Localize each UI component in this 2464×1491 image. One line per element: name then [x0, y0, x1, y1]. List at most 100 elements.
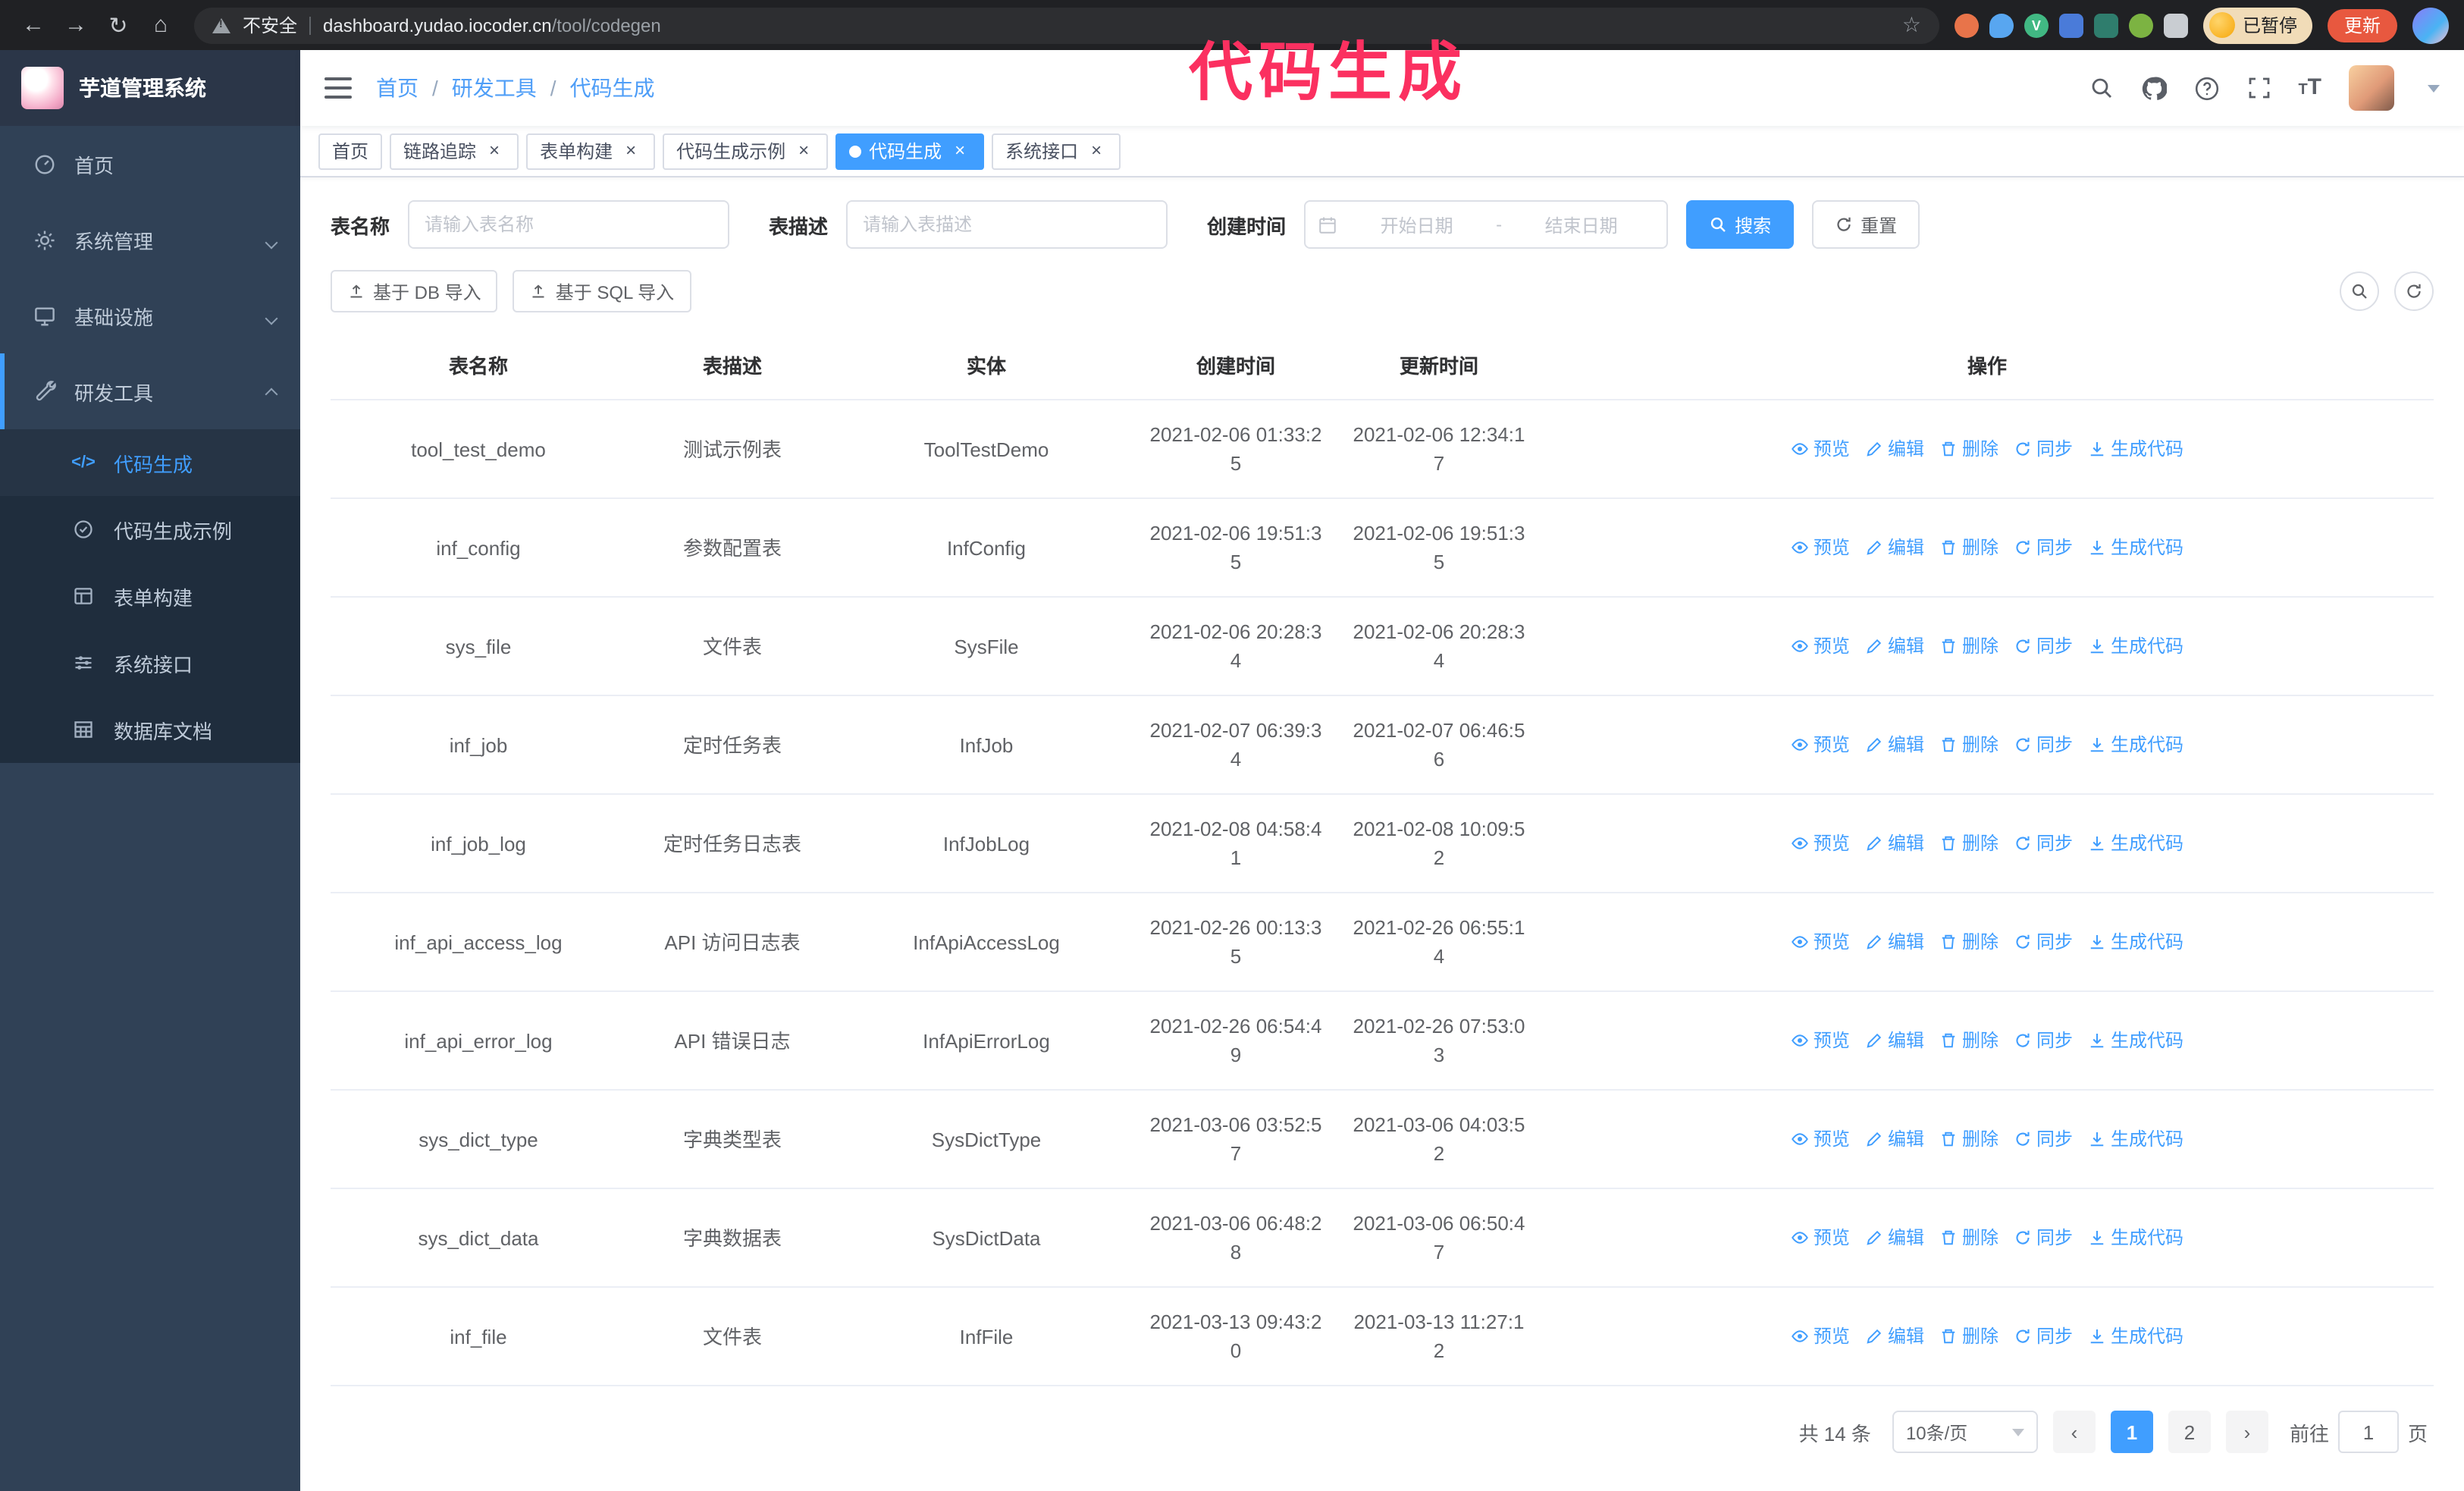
- goto-page-input[interactable]: [2337, 1411, 2399, 1453]
- reset-button[interactable]: 重置: [1812, 200, 1920, 249]
- sync-action[interactable]: 同步: [2014, 1322, 2073, 1351]
- security-warning-icon[interactable]: [212, 17, 230, 33]
- preview-action[interactable]: 预览: [1791, 1125, 1850, 1154]
- preview-action[interactable]: 预览: [1791, 435, 1850, 463]
- extensions-puzzle-icon[interactable]: [2163, 13, 2188, 37]
- sidebar-menu-item[interactable]: 首页: [0, 126, 300, 202]
- preview-action[interactable]: 预览: [1791, 1026, 1850, 1055]
- generate-code-action[interactable]: 生成代码: [2088, 435, 2183, 463]
- edit-action[interactable]: 编辑: [1865, 829, 1924, 858]
- search-icon[interactable]: [2089, 76, 2113, 100]
- tags-view-tab[interactable]: 表单构建 ×: [526, 133, 656, 169]
- delete-action[interactable]: 删除: [1939, 1125, 1998, 1154]
- sidebar-menu-item[interactable]: 代码生成示例: [0, 496, 300, 563]
- help-icon[interactable]: [2193, 75, 2219, 101]
- preview-action[interactable]: 预览: [1791, 928, 1850, 956]
- sync-action[interactable]: 同步: [2014, 533, 2073, 562]
- extension-grid-icon[interactable]: [2058, 13, 2083, 37]
- sidebar-logo-row[interactable]: 芋道管理系统: [0, 50, 300, 126]
- edit-action[interactable]: 编辑: [1865, 1026, 1924, 1055]
- tags-view-tab[interactable]: 代码生成示例 ×: [663, 133, 829, 169]
- sidebar-menu-item[interactable]: 数据库文档: [0, 696, 300, 763]
- tags-view-tab[interactable]: 首页: [318, 133, 383, 169]
- page-button-2[interactable]: 2: [2168, 1411, 2211, 1453]
- breadcrumb-home[interactable]: 首页: [376, 73, 419, 103]
- end-date-placeholder[interactable]: 结束日期: [1508, 212, 1654, 237]
- browser-avatar[interactable]: [2412, 7, 2449, 43]
- edit-action[interactable]: 编辑: [1865, 435, 1924, 463]
- sync-action[interactable]: 同步: [2014, 435, 2073, 463]
- edit-action[interactable]: 编辑: [1865, 730, 1924, 759]
- delete-action[interactable]: 删除: [1939, 730, 1998, 759]
- generate-code-action[interactable]: 生成代码: [2088, 533, 2183, 562]
- generate-code-action[interactable]: 生成代码: [2088, 730, 2183, 759]
- hamburger-icon[interactable]: [324, 77, 352, 99]
- table-desc-input[interactable]: [846, 200, 1168, 249]
- search-button[interactable]: 搜索: [1686, 200, 1795, 249]
- extension-orange-icon[interactable]: [1954, 13, 1979, 37]
- delete-action[interactable]: 删除: [1939, 1223, 1998, 1252]
- sidebar-menu-item[interactable]: 系统接口: [0, 629, 300, 696]
- date-range-picker[interactable]: 开始日期 - 结束日期: [1304, 200, 1669, 249]
- sidebar-menu-item[interactable]: 表单构建: [0, 563, 300, 629]
- tags-view-tab[interactable]: 链路追踪 ×: [390, 133, 519, 169]
- page-button-1[interactable]: 1: [2110, 1411, 2153, 1453]
- avatar-dropdown-caret-icon[interactable]: [2428, 84, 2440, 92]
- github-icon[interactable]: [2140, 75, 2167, 101]
- sidebar-menu-item[interactable]: 基础设施: [0, 278, 300, 353]
- close-tab-icon[interactable]: ×: [949, 140, 970, 162]
- sync-action[interactable]: 同步: [2014, 928, 2073, 956]
- tags-view-tab[interactable]: 代码生成 ×: [835, 133, 985, 169]
- sidebar-menu-item[interactable]: </> 代码生成: [0, 429, 300, 496]
- toggle-search-button[interactable]: [2340, 272, 2379, 311]
- sync-action[interactable]: 同步: [2014, 632, 2073, 661]
- extension-chart-icon[interactable]: [2093, 13, 2118, 37]
- sidebar-menu-item[interactable]: 系统管理: [0, 202, 300, 278]
- next-page-button[interactable]: ›: [2225, 1411, 2268, 1453]
- preview-action[interactable]: 预览: [1791, 1223, 1850, 1252]
- delete-action[interactable]: 删除: [1939, 435, 1998, 463]
- generate-code-action[interactable]: 生成代码: [2088, 1322, 2183, 1351]
- generate-code-action[interactable]: 生成代码: [2088, 1223, 2183, 1252]
- font-size-icon[interactable]: TT: [2298, 74, 2321, 102]
- edit-action[interactable]: 编辑: [1865, 1322, 1924, 1351]
- edit-action[interactable]: 编辑: [1865, 1223, 1924, 1252]
- edit-action[interactable]: 编辑: [1865, 1125, 1924, 1154]
- forward-icon[interactable]: →: [58, 7, 94, 43]
- preview-action[interactable]: 预览: [1791, 632, 1850, 661]
- edit-action[interactable]: 编辑: [1865, 533, 1924, 562]
- extension-drop-icon[interactable]: [1989, 13, 2014, 37]
- user-avatar[interactable]: [2349, 65, 2394, 111]
- generate-code-action[interactable]: 生成代码: [2088, 1026, 2183, 1055]
- delete-action[interactable]: 删除: [1939, 829, 1998, 858]
- refresh-table-button[interactable]: [2394, 272, 2434, 311]
- sidebar-menu-item[interactable]: 研发工具: [0, 353, 300, 429]
- sync-action[interactable]: 同步: [2014, 829, 2073, 858]
- delete-action[interactable]: 删除: [1939, 1322, 1998, 1351]
- preview-action[interactable]: 预览: [1791, 829, 1850, 858]
- vue-devtools-icon[interactable]: V: [2024, 13, 2049, 37]
- generate-code-action[interactable]: 生成代码: [2088, 632, 2183, 661]
- sync-action[interactable]: 同步: [2014, 1125, 2073, 1154]
- reload-icon[interactable]: ↻: [100, 7, 136, 43]
- delete-action[interactable]: 删除: [1939, 533, 1998, 562]
- prev-page-button[interactable]: ‹: [2052, 1411, 2096, 1453]
- preview-action[interactable]: 预览: [1791, 730, 1850, 759]
- tags-view-tab[interactable]: 系统接口 ×: [992, 133, 1121, 169]
- extension-leaf-icon[interactable]: [2128, 13, 2153, 37]
- import-db-button[interactable]: 基于 DB 导入: [331, 270, 498, 312]
- start-date-placeholder[interactable]: 开始日期: [1343, 212, 1490, 237]
- sync-action[interactable]: 同步: [2014, 1026, 2073, 1055]
- back-icon[interactable]: ←: [15, 7, 52, 43]
- edit-action[interactable]: 编辑: [1865, 632, 1924, 661]
- delete-action[interactable]: 删除: [1939, 1026, 1998, 1055]
- browser-profile-chip[interactable]: 已暂停: [2202, 7, 2312, 43]
- breadcrumb-dev-tools[interactable]: 研发工具: [452, 73, 537, 103]
- generate-code-action[interactable]: 生成代码: [2088, 1125, 2183, 1154]
- delete-action[interactable]: 删除: [1939, 632, 1998, 661]
- generate-code-action[interactable]: 生成代码: [2088, 829, 2183, 858]
- fullscreen-icon[interactable]: [2246, 76, 2271, 100]
- close-tab-icon[interactable]: ×: [793, 140, 814, 162]
- delete-action[interactable]: 删除: [1939, 928, 1998, 956]
- address-bar[interactable]: 不安全 dashboard.yudao.iocoder.cn/tool/code…: [194, 7, 1939, 43]
